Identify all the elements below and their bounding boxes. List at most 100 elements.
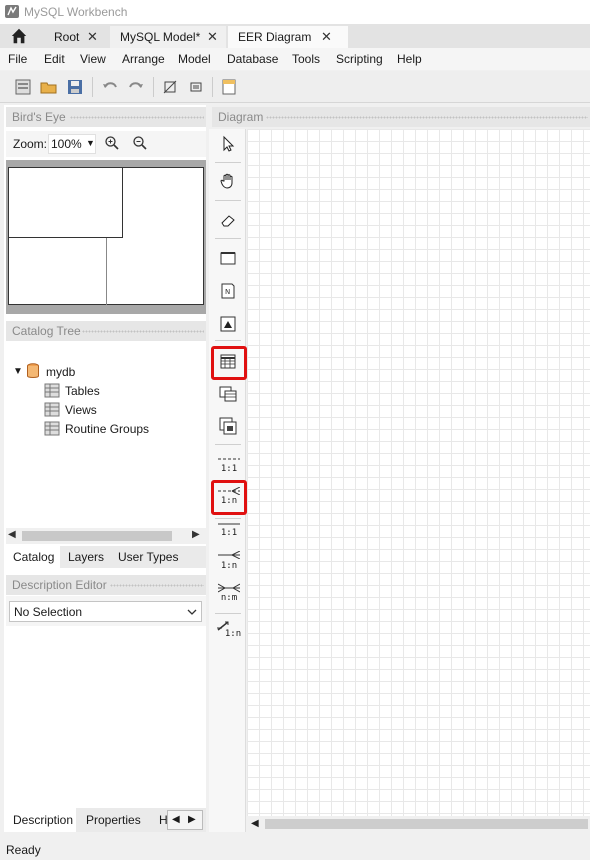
tab-description-label: Description — [13, 813, 74, 827]
page-divider — [106, 238, 107, 305]
catalog-hscrollbar[interactable]: ◀ ▶ — [6, 528, 206, 544]
eraser-icon[interactable] — [219, 211, 237, 229]
pointer-icon[interactable] — [219, 135, 237, 153]
title-bar: MySQL Workbench — [0, 0, 590, 24]
diagram-canvas[interactable] — [247, 129, 590, 816]
new-diagram-icon[interactable] — [220, 78, 238, 96]
zoom-in-icon[interactable] — [104, 135, 120, 151]
close-icon[interactable]: ✕ — [207, 26, 218, 48]
header-grip — [110, 584, 204, 587]
scroll-thumb[interactable] — [265, 819, 588, 829]
relationship-1-n-non-identifying-label[interactable]: 1:n — [216, 496, 242, 506]
birds-eye-view[interactable] — [6, 160, 206, 314]
tree-item-mydb[interactable]: mydb — [46, 365, 75, 379]
open-folder-icon[interactable] — [40, 78, 58, 96]
close-icon[interactable]: ✕ — [87, 26, 98, 48]
header-grip — [266, 116, 588, 119]
scroll-right-icon[interactable]: ▶ — [192, 529, 200, 540]
menu-arrange[interactable]: Arrange — [122, 52, 165, 66]
tree-expand-icon[interactable]: ▼ — [13, 366, 23, 377]
zoom-select[interactable]: 100% ▼ — [48, 134, 96, 154]
relationship-1-1-non-identifying-icon[interactable] — [218, 456, 240, 462]
toggle-grid-icon[interactable] — [161, 78, 179, 96]
tab-root[interactable]: Root ✕ — [44, 26, 110, 48]
menu-database[interactable]: Database — [227, 52, 278, 66]
tool-separator — [215, 444, 241, 445]
tab-catalog-label: Catalog — [13, 550, 55, 564]
tool-separator — [215, 518, 241, 519]
status-text: Ready — [6, 843, 41, 857]
relationship-1-1-identifying-label[interactable]: 1:1 — [216, 528, 242, 538]
tab-user-types[interactable]: User Types — [118, 550, 178, 564]
relationship-1-n-identifying-label[interactable]: 1:n — [216, 561, 242, 571]
scroll-left-icon[interactable]: ◀ — [251, 818, 259, 829]
relationship-existing-columns-label[interactable]: 1:n — [220, 629, 246, 639]
zoom-label: Zoom: — [13, 137, 48, 151]
mysql-workbench-icon — [5, 5, 19, 18]
description-select-value: No Selection — [14, 605, 83, 619]
tab-description[interactable]: Description — [6, 808, 76, 832]
text-note-icon[interactable]: N — [219, 282, 237, 300]
menu-tools[interactable]: Tools — [292, 52, 320, 66]
relationship-1-1-non-identifying-label[interactable]: 1:1 — [216, 464, 242, 474]
home-icon — [11, 28, 27, 44]
tab-properties[interactable]: Properties — [86, 813, 141, 827]
relationship-1-1-identifying-icon[interactable] — [218, 521, 240, 527]
menu-file[interactable]: File — [8, 52, 27, 66]
relationship-1-n-non-identifying-icon[interactable] — [218, 487, 240, 495]
menu-scripting[interactable]: Scripting — [336, 52, 383, 66]
tab-scroll-right-icon[interactable]: ▶ — [188, 814, 196, 825]
tab-root-label: Root — [54, 30, 80, 44]
tab-scroll-left-icon[interactable]: ◀ — [172, 814, 180, 825]
new-model-icon[interactable] — [14, 78, 32, 96]
close-icon[interactable]: ✕ — [321, 26, 332, 48]
menu-view[interactable]: View — [80, 52, 106, 66]
viewport-rectangle[interactable] — [8, 167, 123, 238]
toolbar — [0, 71, 590, 103]
tree-item-views[interactable]: Views — [65, 403, 97, 417]
image-icon[interactable] — [219, 315, 237, 333]
menu-edit[interactable]: Edit — [44, 52, 65, 66]
tab-eer-diagram[interactable]: EER Diagram ✕ — [228, 26, 348, 48]
align-grid-icon[interactable] — [187, 78, 205, 96]
save-icon[interactable] — [66, 78, 84, 96]
diagram-title: Diagram — [218, 110, 264, 124]
toolbar-separator — [92, 77, 93, 97]
tool-separator — [215, 200, 241, 201]
tab-catalog[interactable]: Catalog — [6, 546, 60, 568]
relationship-1-n-identifying-icon[interactable] — [218, 551, 240, 559]
zoom-out-icon[interactable] — [132, 135, 148, 151]
svg-text:N: N — [225, 288, 230, 296]
tree-item-tables[interactable]: Tables — [65, 384, 100, 398]
tab-scroll-buttons[interactable]: ◀ ▶ — [167, 810, 203, 830]
menu-model[interactable]: Model — [178, 52, 211, 66]
toolbar-separator — [212, 77, 213, 97]
birds-eye-title: Bird's Eye — [12, 110, 66, 124]
relationship-n-m-label[interactable]: n:m — [216, 593, 242, 603]
scroll-thumb[interactable] — [22, 531, 172, 541]
tool-separator — [215, 340, 241, 341]
hand-icon[interactable] — [219, 172, 237, 190]
database-icon — [27, 363, 39, 378]
new-routine-group-icon[interactable] — [219, 417, 237, 435]
home-tab[interactable] — [0, 24, 40, 48]
catalog-tree-title: Catalog Tree — [12, 324, 81, 338]
header-grip — [70, 116, 204, 119]
tool-separator — [215, 162, 241, 163]
folder-views-icon — [44, 402, 60, 417]
chevron-down-icon — [187, 609, 197, 615]
menu-help[interactable]: Help — [397, 52, 422, 66]
tab-layers[interactable]: Layers — [68, 550, 104, 564]
redo-icon[interactable] — [127, 78, 145, 96]
relationship-n-m-icon[interactable] — [218, 583, 240, 593]
new-view-icon[interactable] — [219, 385, 237, 403]
layer-icon[interactable] — [219, 249, 237, 267]
tab-mysql-model-label: MySQL Model* — [120, 30, 201, 44]
tree-item-routine-groups[interactable]: Routine Groups — [65, 422, 149, 436]
description-select[interactable]: No Selection — [9, 601, 202, 622]
diagram-hscrollbar[interactable]: ◀ — [247, 816, 590, 832]
scroll-left-icon[interactable]: ◀ — [8, 529, 16, 540]
undo-icon[interactable] — [101, 78, 119, 96]
new-table-icon[interactable] — [219, 353, 237, 371]
tab-mysql-model[interactable]: MySQL Model* ✕ — [110, 26, 226, 48]
